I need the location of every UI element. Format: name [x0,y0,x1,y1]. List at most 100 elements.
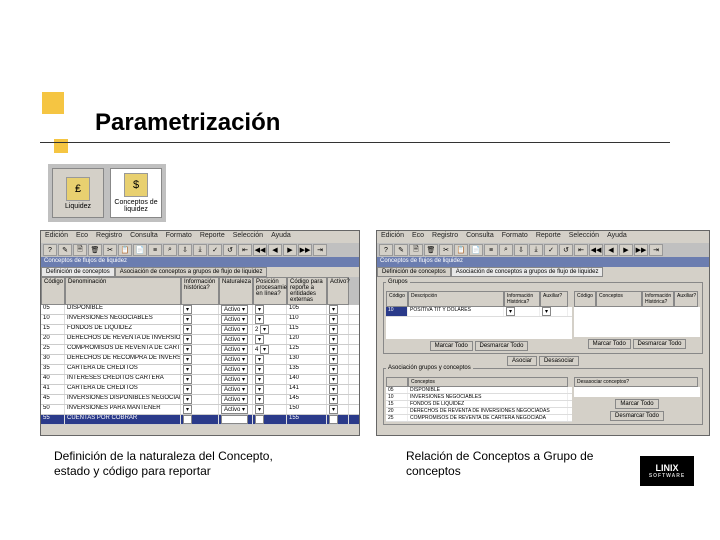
nat-dropdown[interactable]: Activo ▾ [221,395,248,404]
marcar-todo-button[interactable]: Marcar Todo [588,339,631,349]
table-row[interactable]: 25COMPROMISOS DE REVENTA DE CARTERA NEGO… [41,345,359,355]
desmarcar-todo-button[interactable]: Desmarcar Todo [475,341,529,351]
pos-dropdown[interactable]: ▾ [255,305,264,314]
desmarcar-todo-button[interactable]: Desmarcar Todo [610,411,664,421]
col-desasociar[interactable]: Desasociar conceptos? [574,377,698,387]
menu-item[interactable]: Consulta [466,232,494,242]
aux-dropdown[interactable]: ▾ [542,307,551,316]
col-aux[interactable]: Auxiliar? [674,291,698,307]
toolbar-button[interactable]: ⤓ [193,244,207,256]
col-aux[interactable]: Auxiliar? [540,291,568,307]
toolbar-button[interactable]: 🗎 [409,244,423,256]
pos-dropdown[interactable]: ▾ [255,415,264,424]
menu-item[interactable]: Reporte [536,232,561,242]
pos-dropdown[interactable]: ▾ [255,335,264,344]
toolbar-nav-nextpage[interactable]: ▶▶ [298,244,312,256]
toolbar-button[interactable]: 🗑 [424,244,438,256]
nat-dropdown[interactable]: Activo ▾ [221,375,248,384]
pos-dropdown[interactable]: ▾ [255,315,264,324]
tab-asociacion[interactable]: Asociación de conceptos a grupos de fluj… [451,267,604,277]
table-row[interactable]: 35CARTERA DE CRÉDITOS▾Activo ▾ ▾135▾ [41,365,359,375]
toolbar-button[interactable]: 📄 [469,244,483,256]
toolbar-button[interactable]: ⇩ [178,244,192,256]
toolbar-button[interactable]: ↺ [223,244,237,256]
toolbar-nav-first[interactable]: ⇤ [574,244,588,256]
col-activo[interactable]: Activo? [327,277,349,305]
toolbar-nav-next[interactable]: ▶ [619,244,633,256]
table-row[interactable]: 50INVERSIONES PARA MANTENER▾Activo ▾ ▾15… [41,405,359,415]
act-dropdown[interactable]: ▾ [329,345,338,354]
nat-dropdown[interactable]: Activo ▾ [221,335,248,344]
menu-item[interactable]: Reporte [200,232,225,242]
toolbar-nav-first[interactable]: ⇤ [238,244,252,256]
menu-item[interactable]: Selección [569,232,599,242]
menu-item[interactable]: Consulta [130,232,158,242]
hist-dropdown[interactable]: ▾ [183,385,192,394]
col-codigo[interactable]: Código [386,291,408,307]
act-dropdown[interactable]: ▾ [329,395,338,404]
nat-dropdown[interactable]: Activo ▾ [221,325,248,334]
hist-dropdown[interactable]: ▾ [183,305,192,314]
toolbar-button[interactable]: ? [379,244,393,256]
toolbar-nav-next[interactable]: ▶ [283,244,297,256]
pos-dropdown[interactable]: ▾ [260,345,269,354]
toolbar-button[interactable]: ✓ [544,244,558,256]
act-dropdown[interactable]: ▾ [329,315,338,324]
toolbar-button[interactable]: 📋 [118,244,132,256]
toolbar-nav-prevpage[interactable]: ◀◀ [589,244,603,256]
toolbar-nav-prev[interactable]: ◀ [268,244,282,256]
toolbar-button[interactable]: ✂ [439,244,453,256]
launcher-conceptos[interactable]: $ Conceptos de liquidez [110,168,162,218]
list-item[interactable]: 20DERECHOS DE REVENTA DE INVERSIONES NEG… [386,408,572,415]
act-dropdown[interactable]: ▾ [329,325,338,334]
pos-dropdown[interactable]: ▾ [255,385,264,394]
table-row[interactable]: 10INVERSIONES NEGOCIABLES▾Activo ▾ ▾110▾ [41,315,359,325]
toolbar-button[interactable]: ≡ [148,244,162,256]
toolbar-button[interactable]: ≡ [484,244,498,256]
nat-dropdown[interactable]: Activo ▾ [221,405,248,414]
menu-item[interactable]: Eco [412,232,424,242]
table-row[interactable]: 30DERECHOS DE RECOMPRA DE INVERSIONES NE… [41,355,359,365]
toolbar-button[interactable]: ✂ [103,244,117,256]
conceptos-list[interactable]: 05DISPONIBLE10INVERSIONES NEGOCIABLES15F… [386,387,572,422]
act-dropdown[interactable]: ▾ [329,365,338,374]
act-dropdown[interactable]: ▾ [329,355,338,364]
nat-dropdown[interactable]: Activo ▾ [221,365,248,374]
menu-item[interactable]: Edición [381,232,404,242]
toolbar-nav-last[interactable]: ⇥ [649,244,663,256]
toolbar-button[interactable]: 📋 [454,244,468,256]
table-row[interactable]: 45INVERSIONES DISPONIBLES NEGOCIABLES PA… [41,395,359,405]
menu-item[interactable]: Ayuda [607,232,627,242]
pos-dropdown[interactable]: ▾ [255,355,264,364]
hist-dropdown[interactable]: ▾ [183,405,192,414]
pos-dropdown[interactable]: ▾ [255,405,264,414]
nat-dropdown[interactable]: Activo ▾ [221,345,248,354]
table-row[interactable]: 55CUENTAS POR COBRAR▾Activo ▾ ▾155▾ [41,415,359,425]
act-dropdown[interactable]: ▾ [329,335,338,344]
col-conceptos[interactable]: Conceptos [408,377,568,387]
tab-definicion[interactable]: Definición de conceptos [377,267,451,277]
nat-dropdown[interactable]: Activo ▾ [221,385,248,394]
col-codigo[interactable]: Código [41,277,65,305]
menu-item[interactable]: Formato [502,232,528,242]
pos-dropdown[interactable]: ▾ [260,325,269,334]
toolbar-nav-nextpage[interactable]: ▶▶ [634,244,648,256]
nat-dropdown[interactable]: Activo ▾ [221,315,248,324]
menu-item[interactable]: Ayuda [271,232,291,242]
toolbar-button[interactable]: ✎ [394,244,408,256]
hist-dropdown[interactable]: ▾ [183,315,192,324]
col-hist[interactable]: Información Histórica? [642,291,674,307]
toolbar-nav-prevpage[interactable]: ◀◀ [253,244,267,256]
table-row[interactable]: 05DISPONIBLE▾Activo ▾ ▾105▾ [41,305,359,315]
marcar-todo-button[interactable]: Marcar Todo [615,399,658,409]
toolbar-button[interactable]: 🗎 [73,244,87,256]
list-item[interactable]: 15FONDOS DE LIQUIDEZ [386,401,572,408]
hist-dropdown[interactable]: ▾ [183,345,192,354]
marcar-todo-button[interactable]: Marcar Todo [430,341,473,351]
toolbar-button[interactable]: ⇩ [514,244,528,256]
tab-definicion[interactable]: Definición de conceptos [41,267,115,277]
hist-dropdown[interactable]: ▾ [183,365,192,374]
pos-dropdown[interactable]: ▾ [255,365,264,374]
hist-dropdown[interactable]: ▾ [506,307,515,316]
act-dropdown[interactable]: ▾ [329,305,338,314]
